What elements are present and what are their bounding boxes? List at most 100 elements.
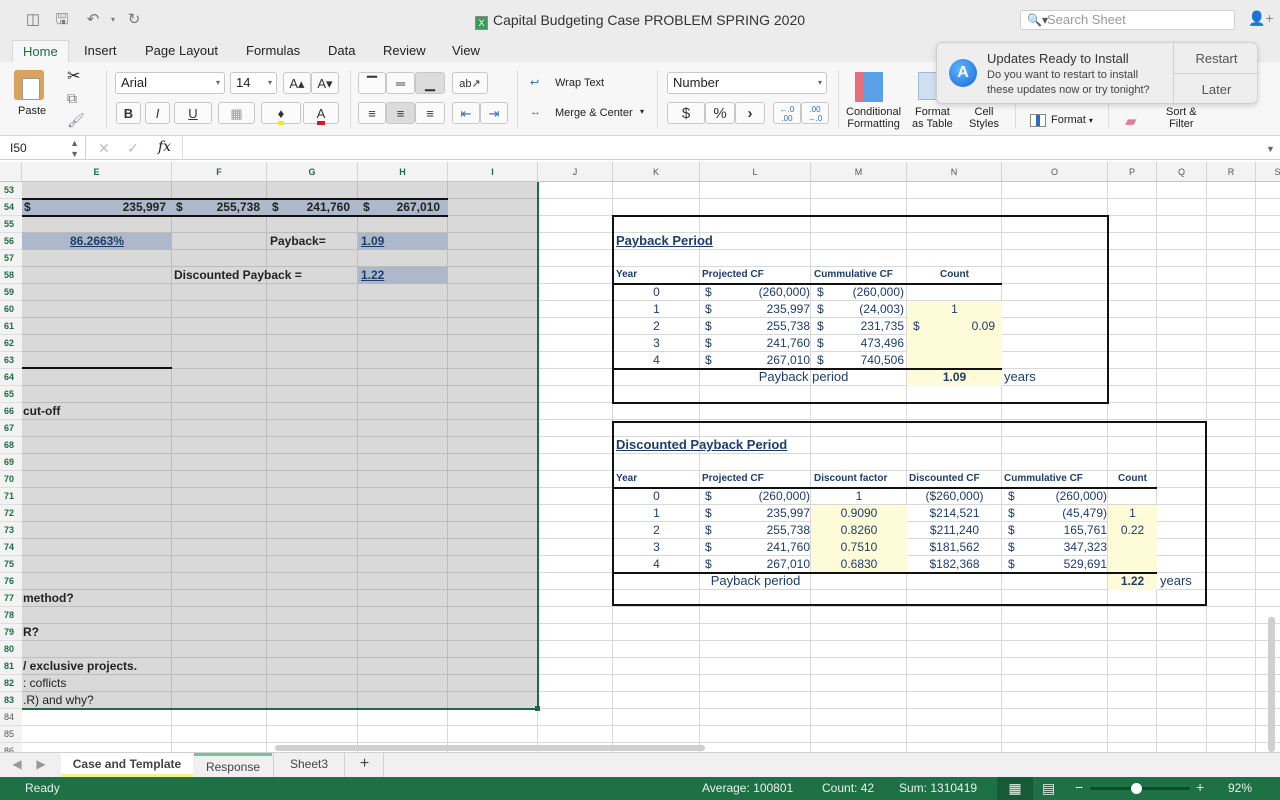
cell-j73[interactable] xyxy=(538,522,613,539)
cell-k84[interactable] xyxy=(613,709,700,726)
column-header-f[interactable]: F xyxy=(172,162,267,182)
cell-i67[interactable] xyxy=(448,420,538,437)
cell-q57[interactable] xyxy=(1157,250,1207,267)
font-size-select[interactable]: 14 ▾ xyxy=(230,72,277,94)
cell-q60[interactable] xyxy=(1157,301,1207,318)
cell-m80[interactable] xyxy=(811,641,907,658)
cell-q75[interactable] xyxy=(1157,556,1207,573)
cell-p69[interactable] xyxy=(1108,454,1157,471)
page-layout-view-icon[interactable]: ▤ xyxy=(1042,780,1055,796)
cell-g53[interactable] xyxy=(267,182,358,199)
cell-n76[interactable] xyxy=(907,573,1002,590)
cell-g59[interactable] xyxy=(267,284,358,301)
cell-q73[interactable] xyxy=(1157,522,1207,539)
cell-h64[interactable] xyxy=(358,369,448,386)
cell-h66[interactable] xyxy=(358,403,448,420)
cell-s60[interactable] xyxy=(1256,301,1280,318)
cell-q78[interactable] xyxy=(1157,607,1207,624)
cell-r69[interactable] xyxy=(1207,454,1256,471)
tab-formulas[interactable]: Formulas xyxy=(236,40,310,62)
cell-g75[interactable] xyxy=(267,556,358,573)
cell-g61[interactable] xyxy=(267,318,358,335)
cell-m85[interactable] xyxy=(811,726,907,743)
cell-r62[interactable] xyxy=(1207,335,1256,352)
cell-o85[interactable] xyxy=(1002,726,1108,743)
cell-j77[interactable] xyxy=(538,590,613,607)
cell-i55[interactable] xyxy=(448,216,538,233)
cell-e84[interactable] xyxy=(22,709,172,726)
cell-i71[interactable] xyxy=(448,488,538,505)
function-icon[interactable]: fx xyxy=(158,139,171,155)
cell-h62[interactable] xyxy=(358,335,448,352)
cell-o59[interactable] xyxy=(1002,284,1108,301)
cell-e75[interactable] xyxy=(22,556,172,573)
cell-m83[interactable] xyxy=(811,692,907,709)
font-name-select[interactable]: Arial ▾ xyxy=(115,72,225,94)
cell-h55[interactable] xyxy=(358,216,448,233)
cell-r74[interactable] xyxy=(1207,539,1256,556)
name-box[interactable]: I50 ▲ ▼ xyxy=(0,136,86,160)
cell-f75[interactable] xyxy=(172,556,267,573)
cell-i59[interactable] xyxy=(448,284,538,301)
cell-f69[interactable] xyxy=(172,454,267,471)
cell-h79[interactable] xyxy=(358,624,448,641)
cell-l84[interactable] xyxy=(700,709,811,726)
cell-f82[interactable] xyxy=(172,675,267,692)
cell-q53[interactable] xyxy=(1157,182,1207,199)
tab-page-layout[interactable]: Page Layout xyxy=(135,40,228,62)
cell-m84[interactable] xyxy=(811,709,907,726)
row-header-77[interactable]: 77 xyxy=(0,590,22,607)
cell-s71[interactable] xyxy=(1256,488,1280,505)
cell-f62[interactable] xyxy=(172,335,267,352)
cell-o82[interactable] xyxy=(1002,675,1108,692)
cell-j78[interactable] xyxy=(538,607,613,624)
cell-l79[interactable] xyxy=(700,624,811,641)
cell-m69[interactable] xyxy=(811,454,907,471)
cell-s64[interactable] xyxy=(1256,369,1280,386)
cell-m79[interactable] xyxy=(811,624,907,641)
paste-icon[interactable] xyxy=(14,70,44,100)
column-header-p[interactable]: P xyxy=(1108,162,1157,182)
cell-h76[interactable] xyxy=(358,573,448,590)
cell-i79[interactable] xyxy=(448,624,538,641)
borders-button[interactable]: ▦ xyxy=(218,102,255,124)
cell-p81[interactable] xyxy=(1108,658,1157,675)
conditional-formatting-button[interactable]: Conditional Formatting xyxy=(846,106,901,130)
cell-s65[interactable] xyxy=(1256,386,1280,403)
currency-button[interactable]: $ xyxy=(667,102,705,124)
cell-n57[interactable] xyxy=(907,250,1002,267)
cell-s68[interactable] xyxy=(1256,437,1280,454)
cell-m53[interactable] xyxy=(811,182,907,199)
row-header-67[interactable]: 67 xyxy=(0,420,22,437)
cell-k69[interactable] xyxy=(613,454,700,471)
cell-r73[interactable] xyxy=(1207,522,1256,539)
cell-h68[interactable] xyxy=(358,437,448,454)
cell-f68[interactable] xyxy=(172,437,267,454)
cell-h57[interactable] xyxy=(358,250,448,267)
wrap-text-button[interactable]: Wrap Text xyxy=(555,77,604,89)
cell-h69[interactable] xyxy=(358,454,448,471)
cell-n56[interactable] xyxy=(907,233,1002,250)
cell-g62[interactable] xyxy=(267,335,358,352)
cell-l67[interactable] xyxy=(700,420,811,437)
cell-r72[interactable] xyxy=(1207,505,1256,522)
cell-j84[interactable] xyxy=(538,709,613,726)
cell-q61[interactable] xyxy=(1157,318,1207,335)
cell-e64[interactable] xyxy=(22,369,172,386)
cell-q71[interactable] xyxy=(1157,488,1207,505)
sheet-tab-response[interactable]: Response xyxy=(194,753,272,777)
cell-g70[interactable] xyxy=(267,471,358,488)
cell-j75[interactable] xyxy=(538,556,613,573)
cell-h65[interactable] xyxy=(358,386,448,403)
cell-r59[interactable] xyxy=(1207,284,1256,301)
cell-i60[interactable] xyxy=(448,301,538,318)
zoom-slider[interactable] xyxy=(1090,783,1190,794)
cell-n79[interactable] xyxy=(907,624,1002,641)
cell-i84[interactable] xyxy=(448,709,538,726)
decrease-decimal-button[interactable]: .00 →.0 xyxy=(801,102,829,124)
cell-s53[interactable] xyxy=(1256,182,1280,199)
cell-n82[interactable] xyxy=(907,675,1002,692)
row-header-74[interactable]: 74 xyxy=(0,539,22,556)
cell-f78[interactable] xyxy=(172,607,267,624)
increase-decimal-button[interactable]: ←.0 .00 xyxy=(773,102,801,124)
